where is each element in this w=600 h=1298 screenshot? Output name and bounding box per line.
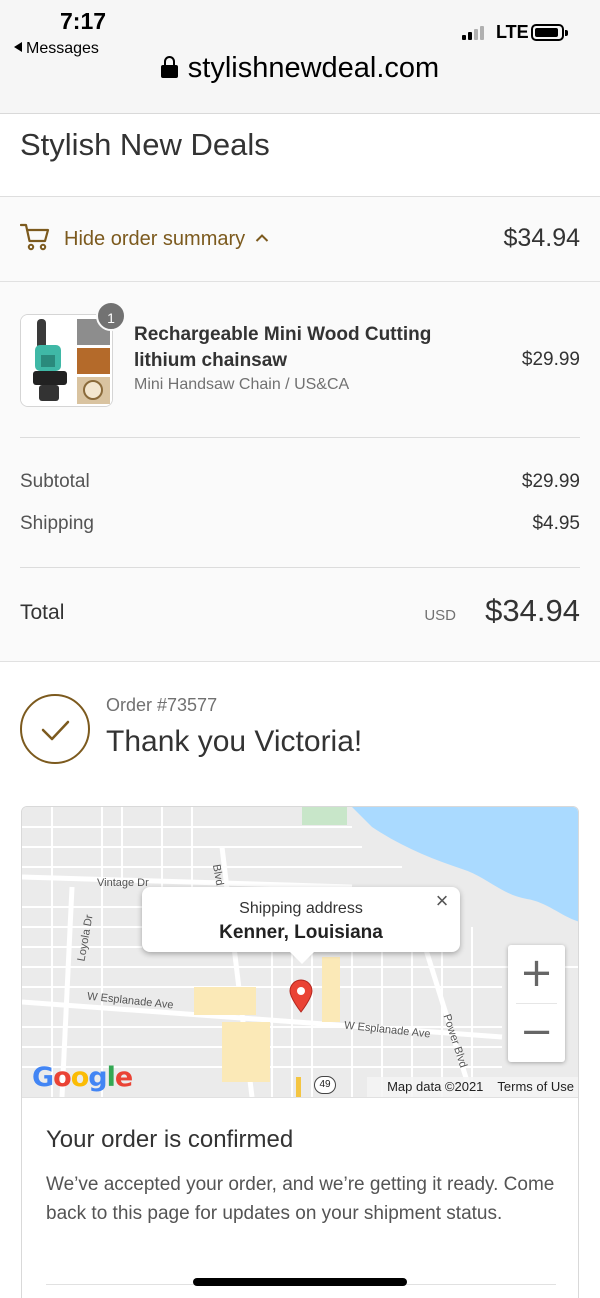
home-indicator[interactable] (193, 1278, 407, 1286)
cart-icon (20, 223, 50, 251)
chainsaw-product-image (21, 315, 112, 406)
shipping-label: Shipping (20, 513, 94, 534)
order-confirmed-text: We’ve accepted your order, and we’re get… (46, 1174, 555, 1224)
shipping-value: $4.95 (532, 513, 580, 534)
shipping-address-popup: Shipping address Kenner, Louisiana × (142, 887, 460, 964)
total-value: $34.94 (485, 593, 580, 628)
order-status-card: Vintage Dr Loyola Dr Blvd W Esplanade Av… (21, 806, 579, 1298)
cellular-signal-icon (462, 24, 484, 40)
map-attribution: Map data ©2021 Terms of Use (367, 1077, 578, 1097)
chevron-up-icon (255, 234, 268, 242)
quantity-badge: 1 (96, 301, 126, 331)
total-label: Total (20, 601, 65, 624)
shipping-map[interactable]: Vintage Dr Loyola Dr Blvd W Esplanade Av… (22, 807, 578, 1097)
thank-you-heading: Thank you Victoria! (106, 725, 363, 758)
back-arrow-icon (14, 42, 22, 52)
summary-divider (20, 437, 580, 438)
order-confirmed-section: Your order is confirmed We’ve accepted y… (22, 1097, 578, 1298)
close-icon[interactable]: × (430, 889, 454, 913)
street-label: Vintage Dr (97, 877, 149, 889)
address-bar[interactable]: stylishnewdeal.com (0, 52, 600, 85)
checkmark-icon (20, 694, 90, 764)
terms-of-use-link[interactable]: Terms of Use (497, 1079, 574, 1094)
summary-divider (20, 567, 580, 568)
product-name: Rechargeable Mini Wood Cutting lithium c… (134, 324, 432, 371)
map-zoom-control: + − (508, 945, 565, 1062)
map-data-credit: Map data ©2021 (387, 1079, 484, 1094)
lock-icon (160, 56, 178, 78)
order-summary: 1 Rechargeable Mini Wood Cutting lithium… (0, 282, 600, 662)
toggle-total-price: $34.94 (503, 224, 580, 252)
product-thumbnail (20, 314, 113, 407)
network-type: LTE (496, 22, 529, 42)
shop-header: Stylish New Deals (0, 115, 600, 197)
product-variant: Mini Handsaw Chain / US&CA (134, 376, 350, 393)
shop-name[interactable]: Stylish New Deals (20, 127, 270, 163)
browser-chrome: 7:17 Messages LTE stylishnewdeal.com (0, 0, 600, 114)
route-shield: 49 (314, 1076, 336, 1094)
location-pin-icon (289, 979, 313, 1013)
product-price: $29.99 (521, 349, 580, 370)
total-currency: USD (424, 607, 456, 624)
order-confirmed-title: Your order is confirmed (46, 1126, 294, 1153)
popup-title: Shipping address (239, 900, 363, 917)
zoom-out-button[interactable]: − (508, 1004, 565, 1062)
hide-order-summary-label[interactable]: Hide order summary (64, 228, 269, 251)
order-number: Order #73577 (106, 695, 218, 715)
url-text: stylishnewdeal.com (187, 52, 440, 84)
popup-city: Kenner, Louisiana (219, 922, 383, 943)
order-summary-toggle[interactable]: Hide order summary $34.94 (0, 197, 600, 282)
toggle-text: Hide order summary (64, 228, 246, 250)
subtotal-value: $29.99 (521, 471, 580, 492)
google-logo: Google (32, 1062, 133, 1093)
status-time: 7:17 (60, 8, 107, 34)
battery-icon (531, 24, 568, 41)
subtotal-label: Subtotal (20, 471, 90, 492)
zoom-in-button[interactable]: + (508, 945, 565, 1003)
